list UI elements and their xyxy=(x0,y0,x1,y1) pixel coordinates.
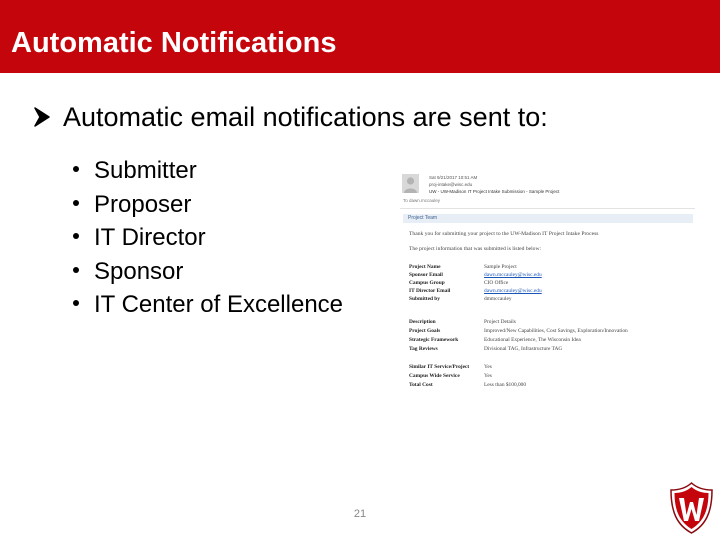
bullet-dot-icon xyxy=(73,266,79,273)
recipient-label: Sponsor xyxy=(94,257,184,285)
email-from: proj-intake@wisc.edu xyxy=(429,182,473,187)
field-value: Divisional TAG, Infrastructure TAG xyxy=(484,346,563,352)
recipient-item: Proposer xyxy=(73,188,343,222)
main-bullet: Automatic email notifications are sent t… xyxy=(34,101,548,133)
field-value: Project Details xyxy=(484,319,516,325)
bullet-dot-icon xyxy=(73,166,79,172)
field-label: Submitted by xyxy=(409,296,441,302)
arrow-bullet-icon xyxy=(34,107,50,127)
email-date: Sat 9/21/2017 10:51 AM xyxy=(429,175,478,180)
section-title: Project Team xyxy=(408,215,438,221)
email-to: To dawn.mccauley xyxy=(403,198,441,203)
recipient-list: Submitter Proposer IT Director Sponsor I… xyxy=(73,154,343,322)
bullet-dot-icon xyxy=(73,199,79,206)
field-value: dmmccauley xyxy=(484,296,512,302)
main-bullet-text: Automatic email notifications are sent t… xyxy=(63,102,548,132)
recipient-item: Submitter xyxy=(73,154,343,188)
recipient-label: Submitter xyxy=(94,157,197,184)
field-label: Similar IT Service/Project xyxy=(409,364,470,370)
email-subject: UW - UW-Madison IT Project Intake Submis… xyxy=(429,189,560,194)
field-label: Project Goals xyxy=(409,328,441,334)
field-label: Description xyxy=(409,319,436,325)
recipient-label: IT Center of Excellence xyxy=(94,291,344,318)
page-number: 21 xyxy=(353,508,367,520)
recipient-item: Sponsor xyxy=(73,255,343,289)
person-icon xyxy=(404,177,417,193)
email-screenshot: Sat 9/21/2017 10:51 AM proj-intake@wisc.… xyxy=(400,171,695,389)
field-value: Sample Project xyxy=(484,264,517,270)
bullet-dot-icon xyxy=(73,300,79,306)
field-label: Strategic Framework xyxy=(409,337,459,343)
field-label: Tag Reviews xyxy=(409,346,438,352)
title-bar: Automatic Notifications xyxy=(0,0,720,73)
field-value: Improved/New Capabilities, Cost Savings,… xyxy=(484,328,628,334)
field-label: Sponsor Email xyxy=(409,272,443,278)
field-value: Yes xyxy=(484,373,492,379)
field-label: Project Name xyxy=(409,264,441,270)
field-value: Educational Experience, The Wisconsin Id… xyxy=(484,337,581,343)
field-label: Campus Group xyxy=(409,280,445,286)
field-label: IT Director Email xyxy=(409,288,451,294)
recipient-item: IT Center of Excellence xyxy=(73,288,343,322)
email-info-line: The project information that was submitt… xyxy=(409,246,542,252)
slide-title: Automatic Notifications xyxy=(11,27,337,59)
recipient-label: Proposer xyxy=(94,190,192,218)
section-bar: Project Team xyxy=(403,214,693,223)
field-label: Total Cost xyxy=(409,382,433,388)
field-value: Less than $100,000 xyxy=(484,382,527,388)
field-value: CIO Office xyxy=(484,280,509,286)
recipient-label: IT Director xyxy=(94,224,206,251)
avatar xyxy=(402,174,419,193)
bullet-dot-icon xyxy=(73,233,79,239)
field-value: Yes xyxy=(484,364,492,370)
divider xyxy=(400,208,695,209)
email-link[interactable]: dawn.mccauley@wisc.edu xyxy=(484,272,542,278)
recipient-item: IT Director xyxy=(73,221,343,255)
field-label: Campus Wide Service xyxy=(409,373,460,379)
email-intro: Thank you for submitting your project to… xyxy=(409,231,599,237)
email-link[interactable]: dawn.mccauley@wisc.edu xyxy=(484,288,542,294)
university-crest-icon xyxy=(670,482,713,534)
